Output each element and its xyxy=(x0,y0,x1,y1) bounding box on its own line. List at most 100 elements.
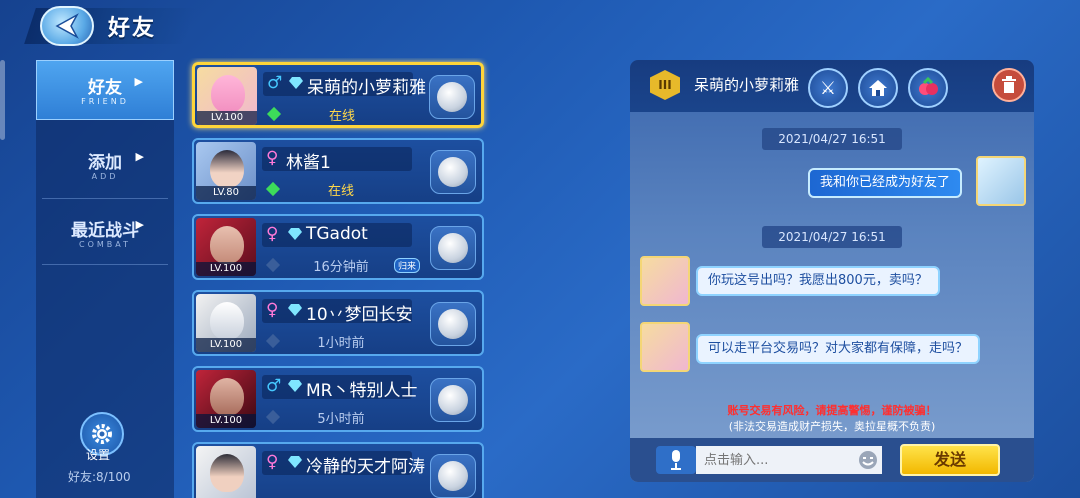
fraud-warning: 账号交易有风险，请提高警惕，谨防被骗！ xyxy=(727,404,937,417)
friend-action-button[interactable] xyxy=(430,378,476,422)
avatar: LV.80 xyxy=(196,142,256,200)
sidebar-item-friend[interactable]: 好友 ▶ FRIEND xyxy=(36,60,174,120)
disclaimer-text: (非法交易造成财产损失，奥拉星概不负责) xyxy=(728,420,936,433)
token-icon xyxy=(438,385,468,415)
offline-indicator xyxy=(265,257,281,273)
sidebar-item-add[interactable]: 添加 ▶ ADD xyxy=(36,136,174,194)
friend-name: TGadot xyxy=(306,224,368,244)
microphone-icon xyxy=(671,450,681,470)
male-icon: ♂ xyxy=(267,73,283,93)
friend-count: 好友:8/100 xyxy=(68,470,131,484)
online-indicator xyxy=(265,181,281,197)
send-button[interactable]: 发送 xyxy=(900,444,1000,476)
diamond-icon xyxy=(288,456,302,468)
return-badge: 归来 xyxy=(394,258,421,273)
friend-name: 呆萌的小萝莉雅 xyxy=(307,78,426,98)
offline-indicator xyxy=(265,409,281,425)
friend-row[interactable]: LV.100 ♀ TGadot 16分钟前 归来 xyxy=(192,214,484,280)
chevron-right-icon: ▶ xyxy=(134,75,143,88)
female-icon: ♀ xyxy=(266,300,279,320)
chat-input[interactable] xyxy=(696,446,854,474)
token-icon xyxy=(438,157,468,187)
level-label: LV.100 xyxy=(196,262,256,276)
sidebar-item-sublabel: ADD xyxy=(91,172,119,181)
sidebar-item-sublabel: FRIEND xyxy=(81,97,129,106)
avatar: LV.100 xyxy=(196,370,256,428)
friend-name: 林酱1 xyxy=(286,153,331,173)
token-icon xyxy=(437,82,467,112)
online-indicator xyxy=(266,106,282,122)
sidebar-item-combat[interactable]: 最近战斗 ▶ COMBAT xyxy=(36,204,174,262)
crossed-swords-icon: ⚔ xyxy=(819,77,837,99)
avatar: LV.100 xyxy=(196,294,256,352)
home-icon xyxy=(869,80,887,96)
visit-home-button[interactable] xyxy=(858,68,898,108)
friend-row[interactable]: LV.100 ♂ MR丶特别人士 5小时前 xyxy=(192,366,484,432)
level-label: LV.80 xyxy=(196,186,256,200)
sidebar-item-label: 最近战斗 xyxy=(71,221,139,241)
offline-indicator xyxy=(265,333,281,349)
chat-input-bar: 发送 xyxy=(630,438,1034,482)
sidebar-item-label: 好友 xyxy=(88,78,122,98)
battle-button[interactable]: ⚔ xyxy=(808,68,848,108)
rank-icon: III xyxy=(650,70,680,100)
chat-message-incoming: 你玩这号出吗？我愿出800元，卖吗？ xyxy=(696,266,940,296)
back-arrow-icon xyxy=(55,13,79,39)
delete-friend-button[interactable] xyxy=(992,68,1026,102)
sidebar-item-label: 添加 xyxy=(88,153,122,173)
avatar: LV.100 xyxy=(196,218,256,276)
chat-timestamp: 2021/04/27 16:51 xyxy=(762,226,902,248)
level-label: LV.100 xyxy=(197,111,257,125)
divider xyxy=(42,198,168,199)
avatar xyxy=(196,446,256,498)
page-title: 好友 xyxy=(108,16,157,41)
diamond-icon xyxy=(288,304,302,316)
friend-action-button[interactable] xyxy=(430,226,476,270)
female-icon: ♀ xyxy=(266,224,279,244)
emoji-button[interactable] xyxy=(854,446,882,474)
female-icon: ♀ xyxy=(266,452,279,472)
chat-partner-name: 呆萌的小萝莉雅 xyxy=(694,76,800,94)
header: 好友 xyxy=(0,0,1080,48)
avatar: LV.100 xyxy=(197,67,257,125)
friend-action-button[interactable] xyxy=(430,302,476,346)
friend-row[interactable]: LV.100 ♂ 呆萌的小萝莉雅 在线 xyxy=(192,62,484,128)
diamond-icon xyxy=(288,228,302,240)
status-text: 在线 xyxy=(328,109,355,124)
settings-label: 设置 xyxy=(86,448,111,462)
berry-gift-icon xyxy=(919,77,938,95)
scrollbar[interactable] xyxy=(0,60,5,140)
friend-row[interactable]: LV.80 ♀ 林酱1 在线 xyxy=(192,138,484,204)
friend-list[interactable]: LV.100 ♂ 呆萌的小萝莉雅 在线 LV.80 ♀ 林酱1 在线 LV.10… xyxy=(180,58,492,498)
friend-row[interactable]: LV.100 ♀ 10丷梦回长安 1小时前 xyxy=(192,290,484,356)
chat-message-outgoing: 我和你已经成为好友了 xyxy=(808,168,963,198)
gear-icon xyxy=(92,424,112,444)
voice-button[interactable] xyxy=(656,446,696,474)
male-icon: ♂ xyxy=(266,376,282,396)
chat-message-incoming: 可以走平台交易吗？对大家都有保障，走吗？ xyxy=(696,334,981,364)
token-icon xyxy=(438,233,468,263)
friend-row[interactable]: ♀ 冷静的天才阿涛 xyxy=(192,442,484,498)
chat-timestamp: 2021/04/27 16:51 xyxy=(762,128,902,150)
chevron-right-icon: ▶ xyxy=(135,150,144,163)
friend-action-button[interactable] xyxy=(430,150,476,194)
diamond-icon xyxy=(289,77,303,89)
sidebar-item-sublabel: COMBAT xyxy=(78,240,131,249)
diamond-icon xyxy=(288,380,302,392)
token-icon xyxy=(438,309,468,339)
back-button[interactable] xyxy=(40,6,94,46)
friend-name: 10丷梦回长安 xyxy=(306,305,413,325)
trash-icon xyxy=(1002,76,1016,93)
status-text: 在线 xyxy=(327,184,354,199)
friend-name: 冷静的天才阿涛 xyxy=(306,457,425,477)
token-icon xyxy=(438,461,468,491)
chat-panel: III 呆萌的小萝莉雅 ⚔ 2021/04/27 16:51 我和你已经成为好友… xyxy=(630,60,1034,482)
gift-button[interactable] xyxy=(908,68,948,108)
avatar xyxy=(976,156,1026,206)
status-text: 1小时前 xyxy=(317,336,365,351)
friend-action-button[interactable] xyxy=(430,454,476,498)
chat-header: III 呆萌的小萝莉雅 ⚔ xyxy=(630,60,1034,112)
female-icon: ♀ xyxy=(266,148,279,168)
level-label: LV.100 xyxy=(196,338,256,352)
friend-action-button[interactable] xyxy=(429,75,475,119)
